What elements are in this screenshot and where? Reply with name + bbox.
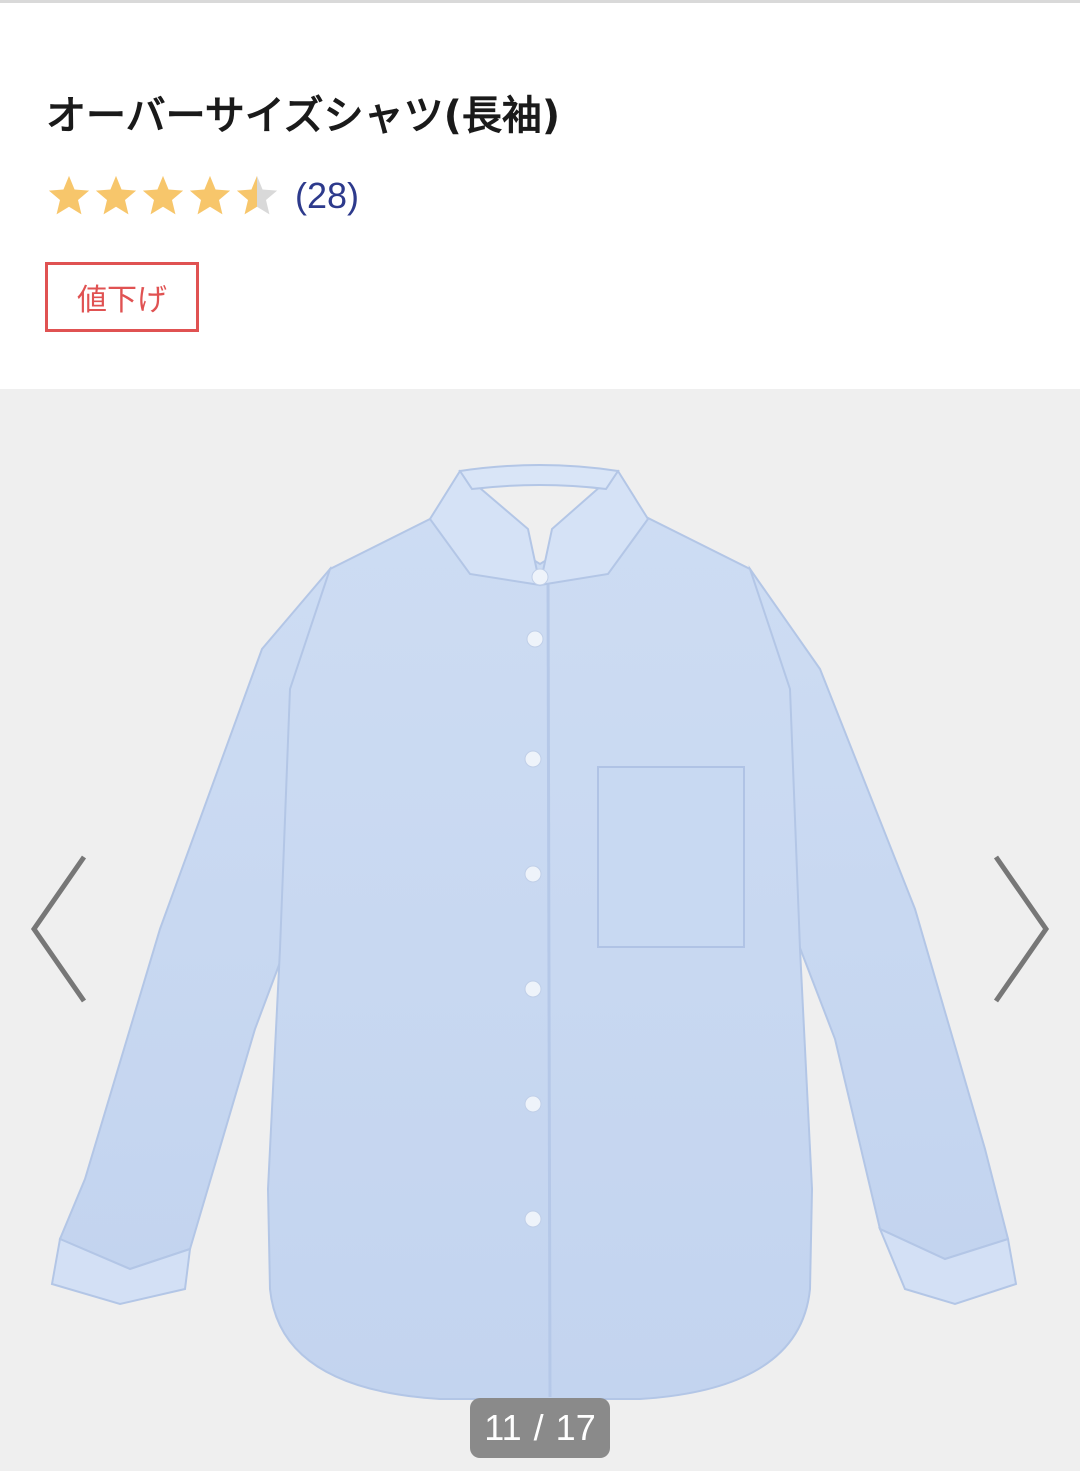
star-icon: [236, 175, 278, 215]
rating-row[interactable]: (28): [46, 171, 359, 221]
product-image-gallery[interactable]: 11 / 17: [0, 389, 1080, 1471]
pager-separator: /: [533, 1407, 544, 1448]
previous-image-button[interactable]: [22, 849, 92, 1009]
pager-total: 17: [555, 1407, 596, 1448]
star-rating: [46, 173, 281, 219]
star-icon: [48, 175, 90, 215]
product-header: オーバーサイズシャツ(長袖) (28) 値下げ: [0, 3, 1080, 389]
star-icon: [189, 175, 231, 215]
product-title: オーバーサイズシャツ(長袖): [46, 93, 561, 139]
product-image: [50, 464, 1018, 1400]
chevron-right-icon: [993, 855, 1050, 1003]
image-pager: 11 / 17: [470, 1398, 610, 1458]
star-icon: [95, 175, 137, 215]
next-image-button[interactable]: [988, 849, 1058, 1009]
pager-current: 11: [484, 1407, 522, 1448]
price-down-badge: 値下げ: [45, 262, 199, 332]
chevron-left-icon: [30, 855, 87, 1003]
star-icon: [142, 175, 184, 215]
review-count-link[interactable]: (28): [295, 175, 359, 217]
